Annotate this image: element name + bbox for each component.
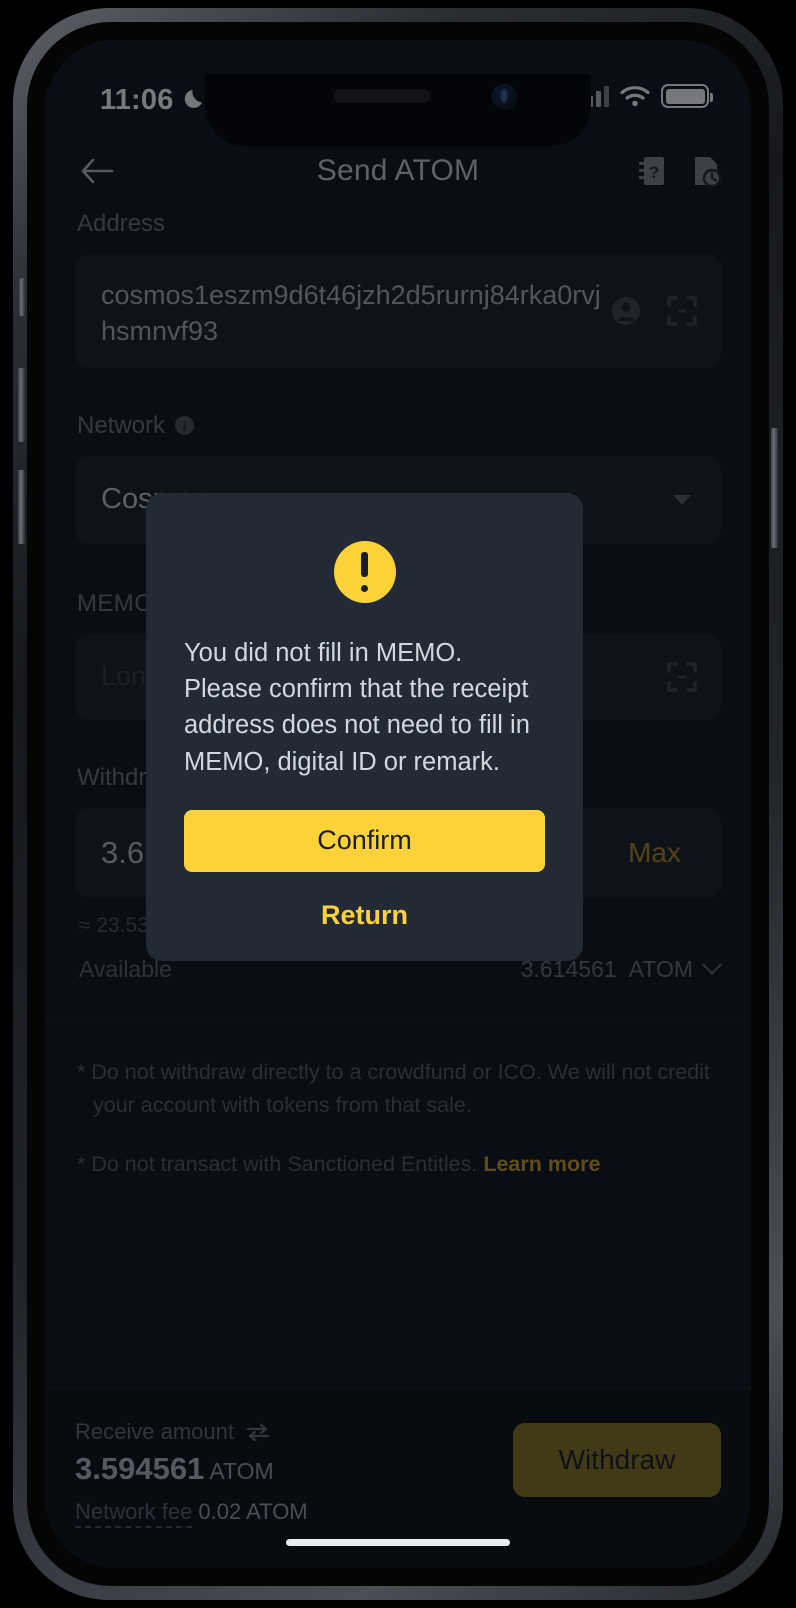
power-button[interactable] <box>771 428 778 548</box>
volume-up-button[interactable] <box>18 368 25 442</box>
return-button[interactable]: Return <box>184 900 545 931</box>
screenshot-stage: Send ATOM ? <box>0 0 796 1608</box>
phone-screen: Send ATOM ? <box>45 40 751 1568</box>
mute-switch[interactable] <box>19 278 25 316</box>
memo-warning-dialog: You did not fill in MEMO. Please confirm… <box>146 493 583 961</box>
home-indicator[interactable] <box>286 1539 510 1546</box>
volume-down-button[interactable] <box>18 470 25 544</box>
dialog-message: You did not fill in MEMO. Please confirm… <box>184 639 530 776</box>
warning-exclamation-icon <box>333 541 396 603</box>
send-atom-screen: Send ATOM ? <box>45 40 751 1568</box>
confirm-button[interactable]: Confirm <box>184 809 545 872</box>
